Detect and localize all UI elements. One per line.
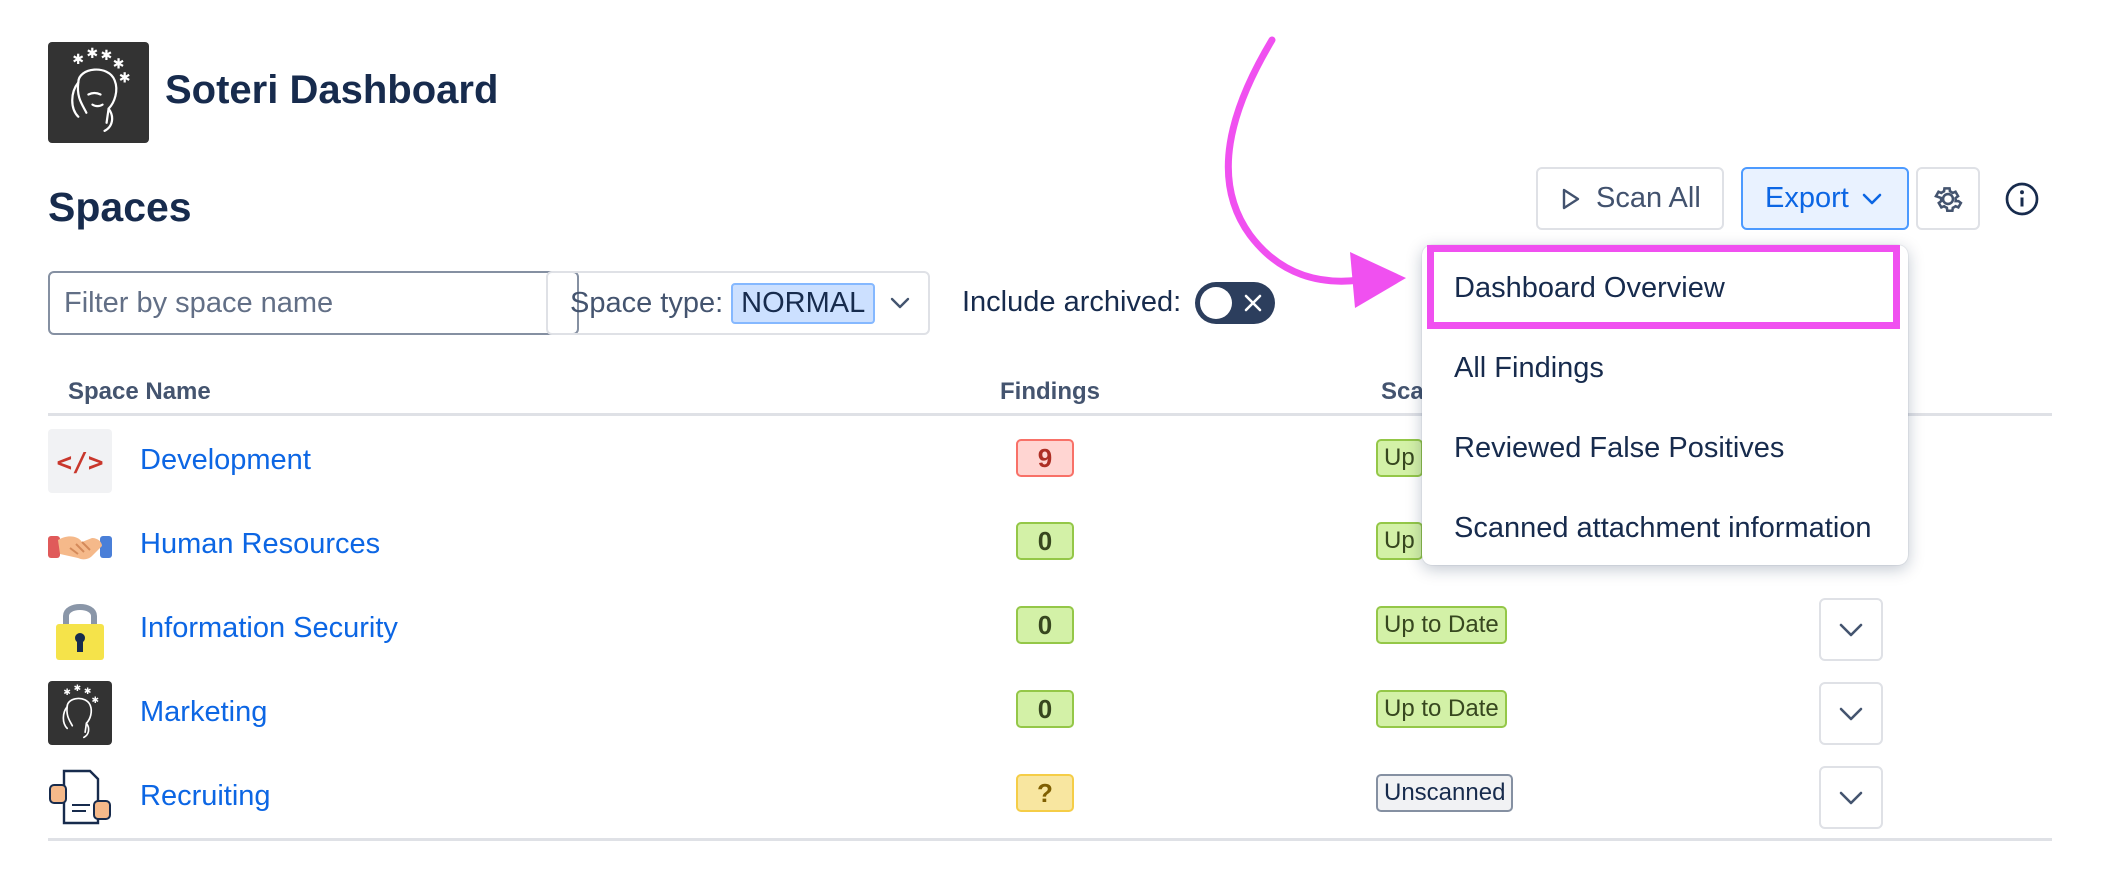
- scan-all-label: Scan All: [1596, 182, 1701, 214]
- menu-item-all-findings[interactable]: All Findings: [1454, 352, 1604, 385]
- svg-text:✱: ✱: [119, 70, 131, 86]
- space-name-filter-input[interactable]: [48, 271, 579, 335]
- scan-status-badge: Up to Date: [1376, 690, 1507, 728]
- soteri-logo: ✱ ✱ ✱ ✱ ✱: [48, 42, 149, 143]
- document-hands-icon: [48, 765, 112, 829]
- svg-text:✱: ✱: [92, 696, 100, 706]
- space-link-human-resources[interactable]: Human Resources: [140, 528, 380, 561]
- findings-count[interactable]: 0: [1016, 690, 1074, 728]
- space-link-development[interactable]: Development: [140, 444, 311, 477]
- findings-count[interactable]: ?: [1016, 774, 1074, 812]
- findings-count[interactable]: 0: [1016, 522, 1074, 560]
- info-icon: [2005, 182, 2039, 215]
- findings-count[interactable]: 0: [1016, 606, 1074, 644]
- scan-status-badge: Up to Date: [1376, 606, 1507, 644]
- scan-status-badge: Unscanned: [1376, 774, 1514, 812]
- page-title: Spaces: [48, 184, 192, 230]
- handshake-icon: [48, 514, 112, 578]
- chevron-down-icon: [1839, 707, 1863, 720]
- info-button[interactable]: [1990, 167, 2054, 230]
- column-header-space-name[interactable]: Space Name: [68, 378, 211, 406]
- gear-icon: [1934, 186, 1963, 212]
- app-title: Soteri Dashboard: [165, 68, 499, 112]
- chevron-down-icon: [891, 297, 910, 309]
- svg-text:</>: </>: [57, 448, 104, 478]
- include-archived-label: Include archived:: [962, 286, 1182, 318]
- scan-status-badge: Up: [1376, 439, 1423, 477]
- table-footer-divider: [48, 838, 2052, 841]
- soteri-logo-icon: ✱ ✱ ✱✱✱: [71, 46, 131, 132]
- chevron-down-icon: [1839, 791, 1863, 804]
- row-expand-button[interactable]: [1819, 766, 1883, 829]
- svg-text:✱: ✱: [86, 46, 98, 62]
- space-link-recruiting[interactable]: Recruiting: [140, 780, 271, 813]
- svg-text:✱: ✱: [63, 688, 71, 698]
- svg-text:✱: ✱: [74, 684, 82, 694]
- scan-all-button[interactable]: Scan All: [1536, 167, 1724, 230]
- export-button[interactable]: Export: [1741, 167, 1909, 230]
- code-icon: </>: [48, 429, 112, 493]
- row-expand-button[interactable]: [1819, 682, 1883, 745]
- column-header-findings[interactable]: Findings: [1000, 378, 1100, 406]
- menu-item-reviewed-false-positives[interactable]: Reviewed False Positives: [1454, 432, 1784, 465]
- space-link-marketing[interactable]: Marketing: [140, 696, 267, 729]
- soteri-logo-icon: ✱ ✱ ✱ ✱: [48, 681, 112, 745]
- settings-button[interactable]: [1916, 167, 1980, 230]
- svg-text:✱: ✱: [101, 48, 113, 64]
- scan-status-badge: Up: [1376, 522, 1423, 560]
- menu-item-scanned-attachment-information[interactable]: Scanned attachment information: [1454, 512, 1872, 545]
- play-icon: [1562, 188, 1580, 209]
- space-type-tag[interactable]: NORMAL: [731, 282, 876, 324]
- column-header-scan-status[interactable]: Sca: [1381, 378, 1424, 406]
- annotation-arrow-icon: [1224, 36, 1406, 308]
- row-expand-button[interactable]: [1819, 598, 1883, 661]
- annotation-highlight-box: [1427, 245, 1900, 329]
- svg-text:✱: ✱: [84, 687, 92, 697]
- svg-text:✱: ✱: [72, 52, 84, 68]
- chevron-down-icon: [1839, 623, 1863, 636]
- space-type-select[interactable]: Space type: NORMAL: [546, 271, 930, 335]
- space-type-label: Space type:: [570, 286, 724, 319]
- space-link-information-security[interactable]: Information Security: [140, 612, 398, 645]
- chevron-down-icon: [1862, 193, 1882, 204]
- findings-count[interactable]: 9: [1016, 439, 1074, 477]
- export-label: Export: [1765, 182, 1849, 214]
- lock-icon: [48, 596, 112, 660]
